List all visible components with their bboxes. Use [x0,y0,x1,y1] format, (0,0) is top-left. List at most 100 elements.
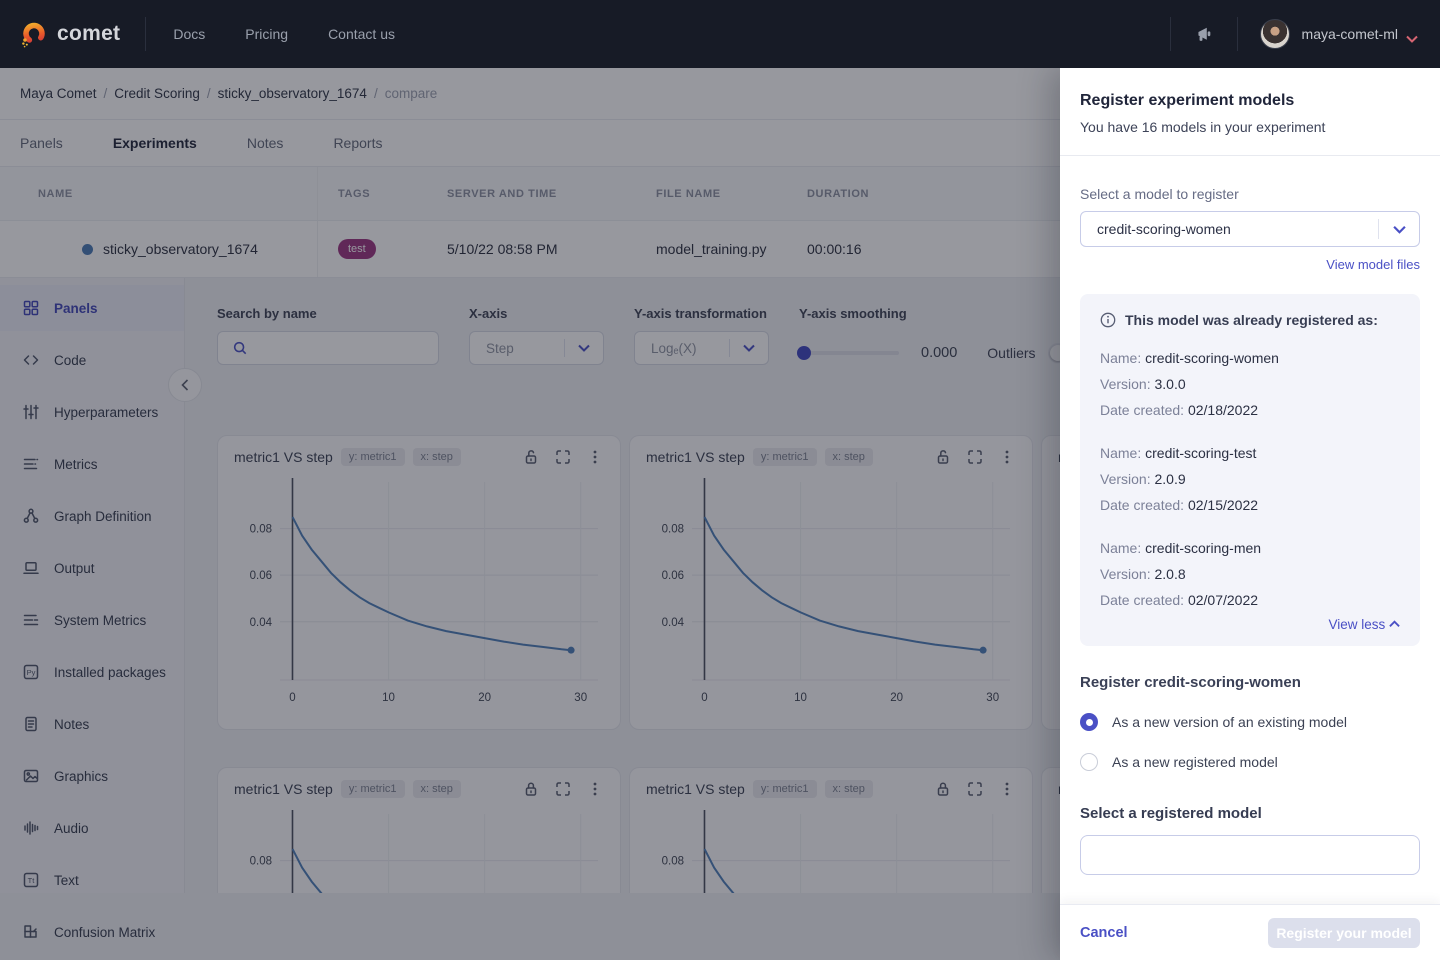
sidebar-item-notes[interactable]: Notes [0,701,184,747]
svg-text:0.06: 0.06 [250,570,272,582]
outliers-label: Outliers [987,345,1036,361]
user-avatar[interactable] [1259,19,1290,49]
sidebar-item-graphics[interactable]: Graphics [0,753,184,799]
sidebar-collapse-button[interactable] [168,368,202,402]
nav-link-pricing[interactable]: Pricing [245,26,288,42]
model-name: credit-scoring-women [1145,350,1279,366]
kebab-menu-icon[interactable] [998,448,1016,466]
kebab-menu-icon[interactable] [998,780,1016,798]
chart-title: metric1 VS step [646,449,745,465]
chart-title: metric1 VS step [234,449,333,465]
tag-badge[interactable]: test [338,239,376,259]
experiment-name[interactable]: sticky_observatory_1674 [103,241,258,257]
breadcrumb-project[interactable]: Credit Scoring [114,86,200,101]
register-model-button[interactable]: Register your model [1268,917,1420,948]
outliers-toggle[interactable] [1047,343,1060,363]
line-chart[interactable]: 0.040.060.080102030 [234,804,606,893]
registered-model-entry: Name: credit-scoring-test Version: 2.0.9… [1100,440,1400,518]
smoothing-slider[interactable] [797,346,899,360]
comet-logo[interactable]: comet [20,21,120,48]
search-label: Search by name [217,306,317,321]
sidebar-item-output[interactable]: Output [0,545,184,591]
panels-icon [22,299,40,317]
sidebar-item-confusion-matrix[interactable]: Confusion Matrix [0,909,184,955]
sidebar-item-label: Output [54,560,95,576]
line-chart[interactable]: 0.040.060.080102030 [646,472,1018,708]
lock-closed-icon[interactable] [522,780,540,798]
sidebar-item-audio[interactable]: Audio [0,805,184,851]
lock-open-icon[interactable] [934,448,952,466]
brand-name: comet [57,22,121,45]
sidebar-item-installed-packages[interactable]: Py Installed packages [0,649,184,695]
smoothing-value: 0.000 [921,345,958,361]
graphics-icon [22,767,40,785]
option-new-model[interactable]: As a new registered model [1080,753,1420,771]
expand-icon[interactable] [966,448,984,466]
radio-unselected-icon[interactable] [1080,753,1098,771]
output-icon [22,559,40,577]
x-axis-badge: x: step [824,780,873,798]
sidebar-item-label: Notes [54,716,90,732]
breadcrumb-experiment[interactable]: sticky_observatory_1674 [218,86,367,101]
radio-selected-icon[interactable] [1080,713,1098,731]
sidebar-item-metrics[interactable]: Metrics [0,441,184,487]
nav-link-docs[interactable]: Docs [173,26,205,42]
lock-open-icon[interactable] [522,448,540,466]
tab-notes[interactable]: Notes [247,135,284,151]
date-label: Date created: [1100,402,1185,418]
ytrans-select[interactable]: Logₑ(X) [634,331,769,365]
sidebar-item-code[interactable]: Code [0,337,184,383]
tab-panels[interactable]: Panels [20,135,63,151]
tags-cell: test [317,221,427,277]
sidebar-item-system-metrics[interactable]: System Metrics [0,597,184,643]
breadcrumb-workspace[interactable]: Maya Comet [20,86,97,101]
main-area: Maya Comet / Credit Scoring / sticky_obser… [0,68,1060,960]
hyperparameters-icon [22,403,40,421]
search-input[interactable] [256,340,438,356]
view-model-files-link[interactable]: View model files [1080,257,1420,272]
navbar-divider [145,17,147,51]
chart-card: metric1 VS step y: metric1 x: step 0.040… [1041,767,1060,893]
modal-footer: Cancel Register your model [1060,904,1440,960]
cancel-button[interactable]: Cancel [1080,925,1128,941]
tab-reports[interactable]: Reports [333,135,382,151]
expand-icon[interactable] [554,448,572,466]
sidebar-item-label: Panels [54,300,98,316]
experiment-row[interactable]: sticky_observatory_1674 test 5/10/22 08:… [0,221,1060,278]
code-icon [22,351,40,369]
navbar-divider [1169,17,1171,51]
xaxis-select[interactable]: Step [469,331,604,365]
sidebar-item-graph-definition[interactable]: Graph Definition [0,493,184,539]
expand-icon[interactable] [554,780,572,798]
chevron-down-icon [1379,225,1419,234]
sidebar-item-hyperparameters[interactable]: Hyperparameters [0,389,184,435]
expand-icon[interactable] [966,780,984,798]
xaxis-label: X-axis [469,306,508,321]
username[interactable]: maya-comet-ml [1302,26,1398,42]
svg-text:0.08: 0.08 [662,524,684,536]
navbar-links: Docs Pricing Contact us [173,26,395,42]
lock-closed-icon[interactable] [934,780,952,798]
breadcrumb-compare[interactable]: compare [385,86,438,101]
announcements-icon[interactable] [1193,24,1215,44]
duration-cell: 00:00:16 [807,241,862,257]
line-chart[interactable]: 0.040.060.080102030 [646,804,1018,893]
sidebar-item-panels[interactable]: Panels [0,285,184,331]
registered-model-select[interactable] [1080,835,1420,875]
option-new-version[interactable]: As a new version of an existing model [1080,713,1420,731]
version-label: Version: [1100,566,1151,582]
search-field[interactable] [217,331,439,365]
info-header: This model was already registered as: [1125,312,1378,328]
column-header-duration: DURATION [807,187,870,200]
slider-thumb[interactable] [797,346,811,360]
nav-link-contact[interactable]: Contact us [328,26,395,42]
tab-experiments[interactable]: Experiments [113,135,197,151]
view-less-link[interactable]: View less [1100,617,1400,632]
kebab-menu-icon[interactable] [586,780,604,798]
user-menu-chevron-icon[interactable] [1406,30,1418,43]
line-chart[interactable]: 0.040.060.080102030 [234,472,606,708]
sidebar-item-text[interactable]: Tt Text [0,857,184,903]
charts-grid: metric1 VS step y: metric1 x: step 0.04 0… [217,435,1060,893]
kebab-menu-icon[interactable] [586,448,604,466]
model-select[interactable]: credit-scoring-women [1080,211,1420,247]
